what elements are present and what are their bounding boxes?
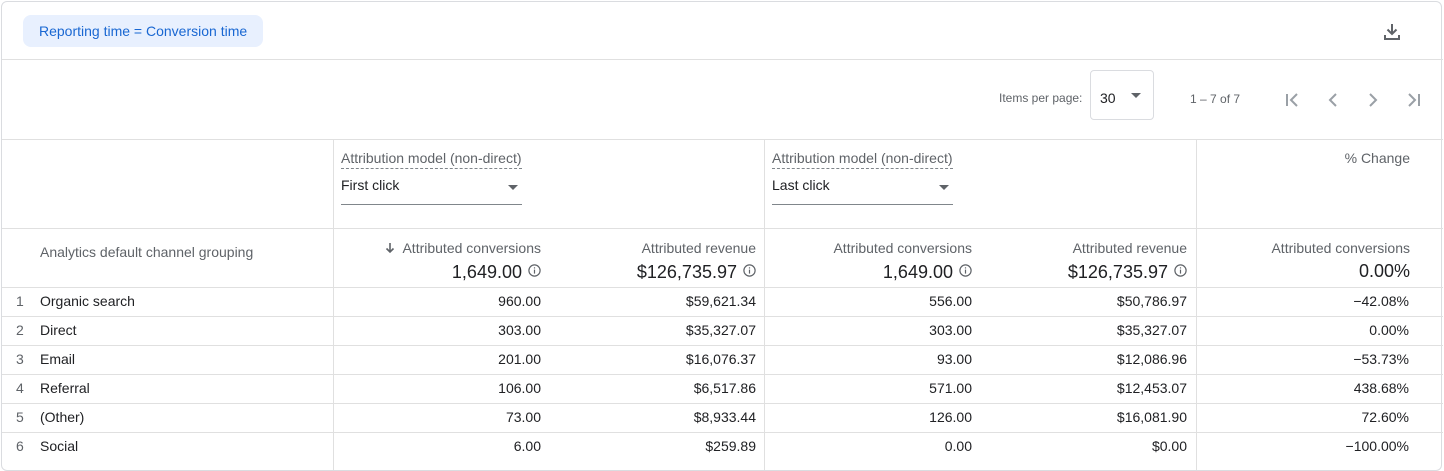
table-row[interactable]: 2 Direct 303.00 $35,327.07 303.00 $35,32… — [2, 316, 1443, 345]
metric-header-b-revenue[interactable]: Attributed revenue — [978, 240, 1187, 256]
cell-a-conversions: 303.00 — [498, 322, 541, 338]
cell-a-conversions: 73.00 — [505, 409, 541, 425]
cell-a-conversions: 960.00 — [498, 293, 541, 309]
attribution-model-b-select[interactable]: Last click — [772, 175, 953, 205]
cell-b-revenue: $50,786.97 — [1116, 293, 1187, 309]
first-page-icon[interactable] — [1282, 89, 1304, 111]
metric-total-a-conversions: 1,649.00 — [333, 261, 541, 283]
metric-header-label: Attributed conversions — [402, 240, 541, 256]
cell-b-revenue: $0.00 — [1151, 438, 1187, 454]
row-index: 1 — [16, 293, 24, 309]
caret-down-icon — [508, 185, 518, 190]
sort-descending-icon — [384, 241, 396, 254]
header-divider — [2, 228, 1443, 229]
cell-pct-change: −53.73% — [1353, 351, 1409, 367]
items-per-page-label: Items per page: — [999, 91, 1083, 105]
previous-page-icon[interactable] — [1322, 89, 1344, 111]
metric-header-pct-conversions[interactable]: Attributed conversions — [1197, 240, 1410, 256]
cell-b-revenue: $12,453.07 — [1116, 380, 1187, 396]
cell-a-revenue: $6,517.86 — [693, 380, 756, 396]
cell-a-conversions: 201.00 — [498, 351, 541, 367]
cell-b-conversions: 303.00 — [929, 322, 972, 338]
metric-total-b-conversions: 1,649.00 — [764, 261, 972, 283]
table-row[interactable]: 1 Organic search 960.00 $59,621.34 556.0… — [2, 287, 1443, 316]
cell-b-conversions: 93.00 — [936, 351, 972, 367]
next-page-icon[interactable] — [1362, 89, 1384, 111]
info-icon[interactable] — [1174, 261, 1187, 277]
cell-pct-change: −42.08% — [1353, 293, 1409, 309]
metric-header-b-conversions[interactable]: Attributed conversions — [764, 240, 972, 256]
row-index: 6 — [16, 438, 24, 454]
attribution-model-b-value: Last click — [772, 177, 830, 193]
items-per-page-select[interactable]: 30 — [1090, 70, 1154, 120]
metric-total-pct-conversions: 0.00% — [1358, 261, 1410, 281]
report-toolbar: Reporting time = Conversion time — [2, 2, 1443, 60]
cell-a-revenue: $259.89 — [705, 438, 756, 454]
metric-total-b-revenue: $126,735.97 — [978, 261, 1187, 283]
metric-header-a-conversions[interactable]: Attributed conversions — [333, 240, 541, 256]
channel-name: Direct — [40, 322, 77, 338]
info-icon[interactable] — [743, 261, 756, 277]
attribution-model-a-value: First click — [341, 177, 400, 193]
metric-total-a-revenue: $126,735.97 — [547, 261, 756, 283]
channel-name: Referral — [40, 380, 90, 396]
metric-total-value: $126,735.97 — [636, 262, 737, 282]
row-index: 3 — [16, 351, 24, 367]
info-icon[interactable] — [959, 261, 972, 277]
cell-b-conversions: 571.00 — [929, 380, 972, 396]
cell-pct-change: 72.60% — [1361, 409, 1409, 425]
table-row[interactable]: 5 (Other) 73.00 $8,933.44 126.00 $16,081… — [2, 403, 1443, 432]
metric-total-value: 1,649.00 — [451, 262, 522, 282]
cell-a-revenue: $16,076.37 — [685, 351, 756, 367]
cell-b-conversions: 556.00 — [929, 293, 972, 309]
caret-down-icon — [1131, 93, 1141, 98]
last-page-icon[interactable] — [1402, 89, 1424, 111]
cell-b-revenue: $35,327.07 — [1116, 322, 1187, 338]
percent-change-header: % Change — [1344, 150, 1410, 166]
pagination-bar: Items per page: 30 1 – 7 of 7 — [2, 60, 1443, 140]
cell-b-conversions: 126.00 — [929, 409, 972, 425]
reporting-time-chip[interactable]: Reporting time = Conversion time — [23, 15, 264, 47]
table-row[interactable]: 4 Referral 106.00 $6,517.86 571.00 $12,4… — [2, 374, 1443, 403]
metric-total-value: 1,649.00 — [882, 262, 953, 282]
channel-name: (Other) — [40, 409, 85, 425]
cell-b-revenue: $12,086.96 — [1116, 351, 1187, 367]
attribution-model-a-select[interactable]: First click — [341, 175, 522, 205]
cell-a-revenue: $8,933.44 — [693, 409, 756, 425]
metric-total-value: $126,735.97 — [1067, 262, 1168, 282]
cell-pct-change: −100.00% — [1345, 438, 1409, 454]
channel-name: Organic search — [40, 293, 135, 309]
table-row[interactable]: 6 Social 6.00 $259.89 0.00 $0.00 −100.00… — [2, 432, 1443, 461]
cell-a-conversions: 6.00 — [513, 438, 541, 454]
channel-name: Email — [40, 351, 76, 367]
caret-down-icon — [939, 185, 949, 190]
dimension-header[interactable]: Analytics default channel grouping — [40, 244, 253, 260]
download-icon[interactable] — [1380, 20, 1404, 44]
row-index: 4 — [16, 380, 24, 396]
items-per-page-value: 30 — [1100, 90, 1116, 106]
row-index: 5 — [16, 409, 24, 425]
cell-pct-change: 0.00% — [1369, 322, 1409, 338]
cell-a-revenue: $59,621.34 — [685, 293, 756, 309]
attribution-model-label: Attribution model (non-direct) — [772, 150, 953, 169]
table-row[interactable]: 3 Email 201.00 $16,076.37 93.00 $12,086.… — [2, 345, 1443, 374]
metric-header-a-revenue[interactable]: Attributed revenue — [547, 240, 756, 256]
row-index: 2 — [16, 322, 24, 338]
pagination-range: 1 – 7 of 7 — [1190, 92, 1241, 106]
report-card: Reporting time = Conversion time Items p… — [1, 1, 1443, 471]
cell-b-revenue: $16,081.90 — [1116, 409, 1187, 425]
cell-pct-change: 438.68% — [1353, 380, 1409, 396]
cell-a-revenue: $35,327.07 — [685, 322, 756, 338]
channel-name: Social — [40, 438, 79, 454]
cell-b-conversions: 0.00 — [944, 438, 972, 454]
info-icon[interactable] — [528, 261, 541, 277]
cell-a-conversions: 106.00 — [498, 380, 541, 396]
attribution-model-label: Attribution model (non-direct) — [341, 150, 522, 169]
